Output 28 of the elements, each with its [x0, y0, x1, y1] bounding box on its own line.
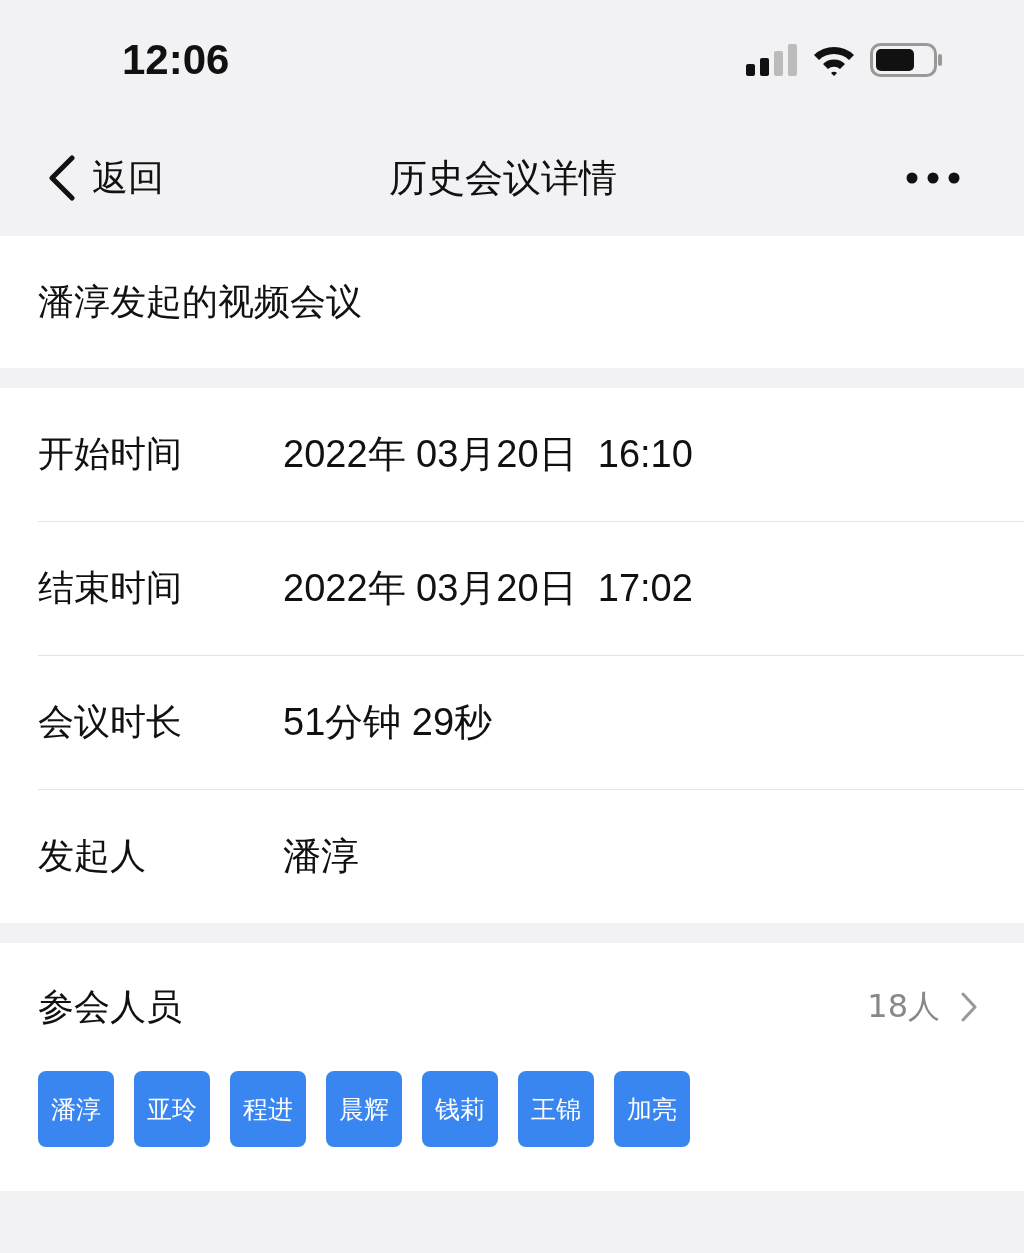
participants-label: 参会人员: [38, 984, 183, 1029]
participant-chip[interactable]: 程进: [230, 1071, 306, 1147]
participant-chip[interactable]: 潘淳: [38, 1071, 114, 1147]
meeting-title: 潘淳发起的视频会议: [38, 279, 362, 324]
status-time: 12:06: [122, 36, 230, 84]
participant-chip[interactable]: 钱莉: [422, 1071, 498, 1147]
participant-chip[interactable]: 亚玲: [134, 1071, 210, 1147]
battery-icon: [870, 43, 944, 77]
signal-icon: [746, 44, 798, 76]
detail-value: 2022年 03月20日 17:02: [283, 566, 693, 611]
detail-label: 发起人: [38, 834, 147, 878]
back-button[interactable]: 返回: [46, 153, 164, 203]
participant-chip[interactable]: 加亮: [614, 1071, 690, 1147]
wifi-icon: [812, 44, 856, 76]
detail-label: 会议时长: [38, 700, 183, 744]
participants-row[interactable]: 参会人员 18人: [38, 943, 978, 1071]
detail-value: 2022年 03月20日 16:10: [283, 432, 693, 477]
detail-value: 潘淳: [283, 834, 359, 879]
chevron-right-icon: [960, 991, 978, 1023]
detail-value: 51分钟 29秒: [283, 700, 493, 745]
detail-label: 开始时间: [38, 432, 183, 476]
detail-label: 结束时间: [38, 566, 183, 610]
more-icon[interactable]: [906, 172, 960, 184]
chevron-left-icon: [46, 155, 76, 201]
participant-count: 18人: [867, 986, 940, 1027]
participant-chip[interactable]: 晨辉: [326, 1071, 402, 1147]
page-title: 历史会议详情: [389, 154, 617, 202]
participant-chip[interactable]: 王锦: [518, 1071, 594, 1147]
